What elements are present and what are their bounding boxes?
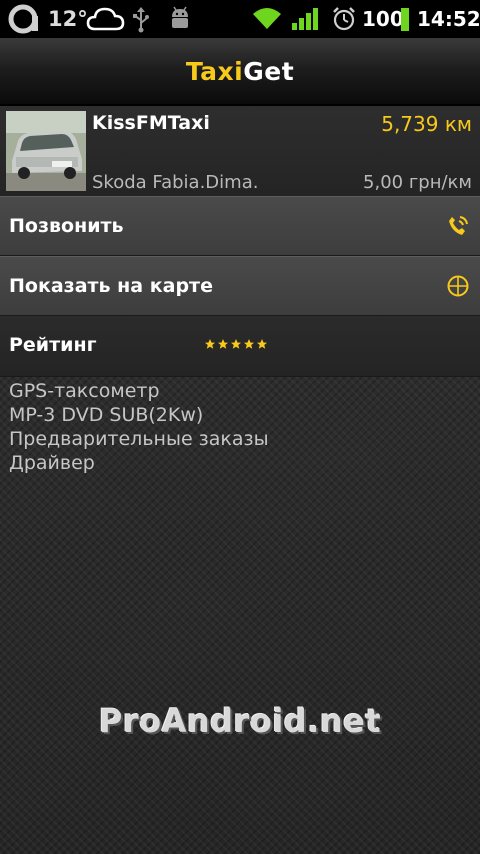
rating-stars — [204, 338, 268, 350]
phone-icon — [446, 214, 470, 238]
cloud-icon — [86, 0, 126, 38]
battery-level-text: 100 — [362, 7, 404, 31]
star-icon — [205, 339, 215, 349]
feature-item: GPS-таксометр — [9, 380, 160, 402]
star-icon — [244, 339, 254, 349]
app-title-part2: Get — [243, 56, 295, 86]
alarm-icon — [331, 0, 357, 38]
show-on-map-label: Показать на карте — [9, 275, 213, 297]
taxi-name: KissFMTaxi — [92, 112, 210, 134]
app-title-bar: TaxiGet — [0, 38, 480, 106]
taxi-price: 5,00 грн/км — [363, 172, 472, 193]
android-icon — [168, 0, 192, 38]
a-logo-icon — [8, 0, 46, 38]
rating-label: Рейтинг — [9, 334, 97, 356]
signal-icon — [291, 0, 319, 38]
feature-item: MP-3 DVD SUB(2Kw) — [9, 404, 204, 426]
usb-icon — [131, 0, 151, 38]
clock-text: 14:52 — [417, 7, 480, 31]
rating-row: Рейтинг — [0, 316, 480, 377]
battery-icon — [400, 0, 410, 38]
app-title-part1: Taxi — [185, 56, 244, 86]
taxi-info-card: KissFMTaxi 5,739 км Skoda Fabia.Dima. 5,… — [0, 106, 480, 197]
star-icon — [218, 339, 228, 349]
star-icon — [231, 339, 241, 349]
call-button-label: Позвонить — [9, 215, 124, 237]
taxi-distance: 5,739 км — [381, 112, 472, 136]
star-icon — [257, 339, 267, 349]
watermark-text: ProAndroid.net — [98, 702, 382, 740]
temperature-text: 12° — [48, 7, 88, 31]
taxi-car-model: Skoda Fabia.Dima. — [92, 172, 259, 193]
show-on-map-button[interactable]: Показать на карте — [0, 256, 480, 316]
app-title: TaxiGet — [186, 57, 294, 86]
wifi-icon — [252, 0, 282, 38]
status-bar: 12° 100 14:52 — [0, 0, 480, 38]
feature-item: Драйвер — [9, 452, 95, 474]
call-button[interactable]: Позвонить — [0, 196, 480, 256]
car-photo — [6, 111, 86, 191]
feature-item: Предварительные заказы — [9, 428, 269, 450]
map-target-icon — [446, 274, 470, 298]
feature-list: GPS-таксометр MP-3 DVD SUB(2Kw) Предвари… — [9, 379, 269, 475]
